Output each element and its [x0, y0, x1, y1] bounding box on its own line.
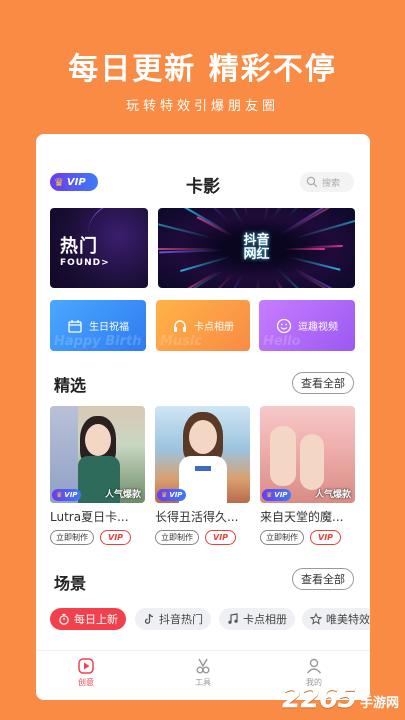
portrait-body — [179, 456, 227, 503]
card-vip-text: VIP — [64, 491, 78, 499]
tab-label: 创意 — [78, 678, 94, 687]
banner-hot-title: 热门 — [60, 236, 98, 257]
card-overlay-text: 人气爆款 — [314, 490, 351, 500]
category-ghost-text: Happy Birth — [54, 334, 142, 349]
card-vip-text: VIP — [169, 491, 183, 499]
tiktok-icon — [144, 613, 154, 624]
vip-chip: VIP — [205, 530, 237, 545]
template-thumbnail[interactable]: ♛ VIP 人气爆款 — [260, 406, 355, 503]
tab-creative[interactable]: 创意 — [56, 657, 116, 688]
vip-chip: VIP — [310, 530, 342, 545]
card-vip-tag: ♛ VIP — [52, 489, 82, 501]
light-streak — [294, 212, 355, 239]
douyin-logo-line2: 网红 — [243, 247, 270, 262]
card-overlay-text: 人气爆款 — [104, 490, 141, 500]
shirt-stripe — [195, 466, 211, 471]
scene-pill-music-album[interactable]: 卡点相册 — [219, 608, 295, 630]
douyin-logo: 抖音 网红 — [243, 234, 269, 262]
scene-pill-label: 卡点相册 — [243, 613, 287, 626]
app-screen: ♛ VIP 卡影 搜索 热门 FOUND> 抖音 网红 Happy Birth … — [36, 134, 370, 700]
tools-icon — [196, 658, 210, 674]
legs-figure — [270, 426, 296, 486]
watermark-number: 2265 — [282, 681, 357, 714]
light-streak — [191, 208, 233, 211]
category-label: 逗趣视频 — [298, 322, 338, 333]
site-watermark: 2265 手游网 — [282, 681, 399, 714]
banner-douyin[interactable]: 抖音 网红 — [158, 208, 355, 288]
search-icon — [306, 176, 318, 188]
music-note-icon — [228, 613, 238, 624]
tab-label: 工具 — [195, 678, 211, 687]
banner-hot[interactable]: 热门 FOUND> — [50, 208, 148, 288]
category-ghost-text: Music — [160, 334, 203, 349]
crown-icon: ♛ — [56, 491, 63, 499]
scene-pill-label: 每日上新 — [74, 613, 118, 626]
category-funny-video[interactable]: Hello 逗趣视频 — [259, 300, 355, 351]
template-card[interactable]: ♛ VIP 长得丑活得久... 立即制作 VIP — [155, 406, 250, 545]
scene-pill-label: 唯美特效 — [326, 613, 370, 626]
play-icon — [78, 658, 94, 674]
app-header: ♛ VIP 卡影 搜索 — [36, 170, 370, 197]
card-vip-tag: ♛ VIP — [157, 489, 187, 501]
watermark-site: 手游网 — [359, 696, 399, 711]
tab-tools[interactable]: 工具 — [173, 657, 233, 688]
smile-icon — [276, 318, 292, 333]
template-thumbnail[interactable]: ♛ VIP 人气爆款 — [50, 406, 145, 503]
template-name: 长得丑活得久... — [155, 510, 239, 524]
scenes-more-button[interactable]: 查看全部 — [292, 568, 354, 590]
crown-icon: ♛ — [266, 491, 273, 499]
category-birthday[interactable]: Happy Birth 生日祝福 — [50, 300, 146, 351]
scene-pill-label: 抖音热门 — [159, 613, 203, 626]
legs-figure — [300, 434, 324, 490]
template-name: Lutra夏日卡... — [50, 510, 129, 524]
promo-subline: 玩转特效引爆朋友圈 — [125, 99, 279, 114]
calendar-icon — [68, 319, 82, 333]
light-streak — [284, 248, 325, 250]
portrait-face — [189, 420, 217, 454]
category-music-album[interactable]: Music 卡点相册 — [156, 300, 250, 351]
scene-pill-douyin-hot[interactable]: 抖音热门 — [135, 608, 211, 630]
make-now-button[interactable]: 立即制作 — [155, 530, 199, 545]
card-vip-tag: ♛ VIP — [262, 489, 292, 501]
category-label: 卡点相册 — [194, 322, 234, 333]
light-streak — [256, 276, 262, 288]
category-ghost-text: Hello — [263, 334, 301, 349]
featured-title: 精选 — [54, 376, 87, 395]
star-icon — [310, 613, 322, 625]
promo-headline: 每日更新 精彩不停 — [68, 52, 337, 87]
template-card[interactable]: ♛ VIP 人气爆款 Lutra夏日卡... 立即制作 VIP — [50, 406, 145, 545]
scenes-title: 场景 — [54, 574, 87, 593]
make-now-button[interactable]: 立即制作 — [50, 530, 94, 545]
featured-more-button[interactable]: 查看全部 — [292, 372, 354, 394]
template-card[interactable]: ♛ VIP 人气爆款 来自天堂的魔... 立即制作 VIP — [260, 406, 355, 545]
banner-hot-subtitle: FOUND> — [60, 258, 110, 268]
card-vip-text: VIP — [274, 491, 288, 499]
make-now-button[interactable]: 立即制作 — [260, 530, 304, 545]
category-label: 生日祝福 — [89, 322, 129, 333]
timer-icon — [59, 613, 69, 625]
template-name: 来自天堂的魔... — [260, 510, 344, 524]
light-streak — [252, 208, 257, 210]
scene-pill-aesthetic[interactable]: 唯美特效 — [302, 608, 370, 630]
crown-icon: ♛ — [161, 491, 168, 499]
template-thumbnail[interactable]: ♛ VIP — [155, 406, 250, 503]
douyin-logo-line1: 抖音 — [243, 233, 270, 248]
search-placeholder: 搜索 — [322, 178, 341, 189]
headphones-icon — [174, 319, 186, 332]
portrait-face — [85, 424, 111, 456]
scene-pill-daily-new[interactable]: 每日上新 — [50, 608, 126, 630]
vip-chip: VIP — [100, 530, 132, 545]
search-box[interactable]: 搜索 — [300, 172, 354, 192]
user-icon — [306, 658, 322, 674]
